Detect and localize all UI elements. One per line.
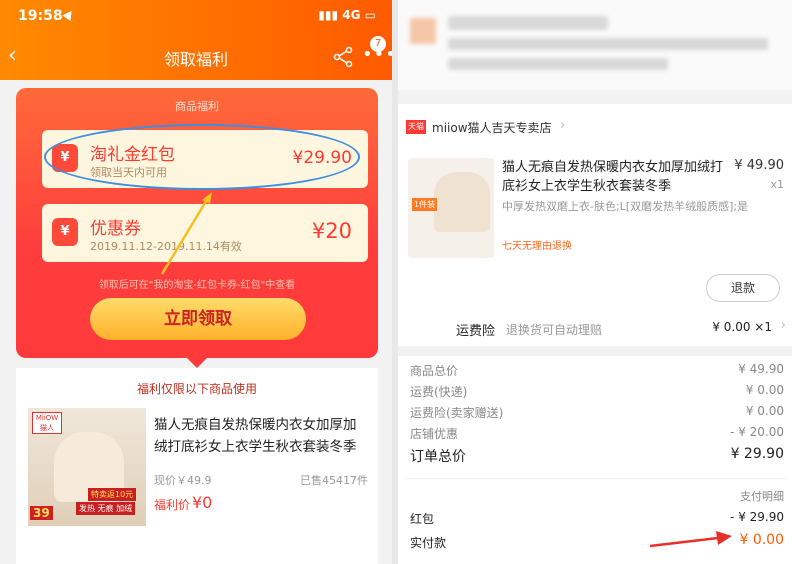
product-section: 福利仅限以下商品使用 MiiOW 猫人 特卖返10元 发热 无痕 加绒 39 猫… <box>16 368 378 564</box>
annotation-arrow-icon <box>649 531 732 548</box>
brand-logo: MiiOW 猫人 <box>32 412 62 434</box>
image-tag: 发热 无痕 加绒 <box>76 502 136 515</box>
product-section-title: 福利仅限以下商品使用 <box>136 382 257 396</box>
welfare-price: ¥0 <box>192 493 213 512</box>
order-detail-screen: 天猫 miiow猫人吉天专卖店 › 1件装 猫人无痕自发热保暖内衣女加厚加绒打底… <box>398 0 792 564</box>
pointer-triangle <box>187 358 207 368</box>
product-title[interactable]: 猫人无痕自发热保暖内衣女加厚加绒打底衫女上衣学生秋衣套装冬季 <box>154 414 368 458</box>
welfare-label: 福利价 <box>154 498 191 512</box>
image-tag: 特卖返10元 <box>88 488 137 501</box>
image-price: 39 <box>30 506 53 520</box>
now-price: 现价￥49.9 <box>154 474 212 487</box>
sold-count: 已售45417件 <box>300 474 368 487</box>
product-image[interactable]: MiiOW 猫人 特卖返10元 发热 无痕 加绒 39 <box>28 408 146 526</box>
welfare-screen: 19:58 ▮▮▮ 4G ▭ ‹ 领取福利 ••• 7 商品福利 ¥ 淘礼金红包… <box>0 0 392 564</box>
